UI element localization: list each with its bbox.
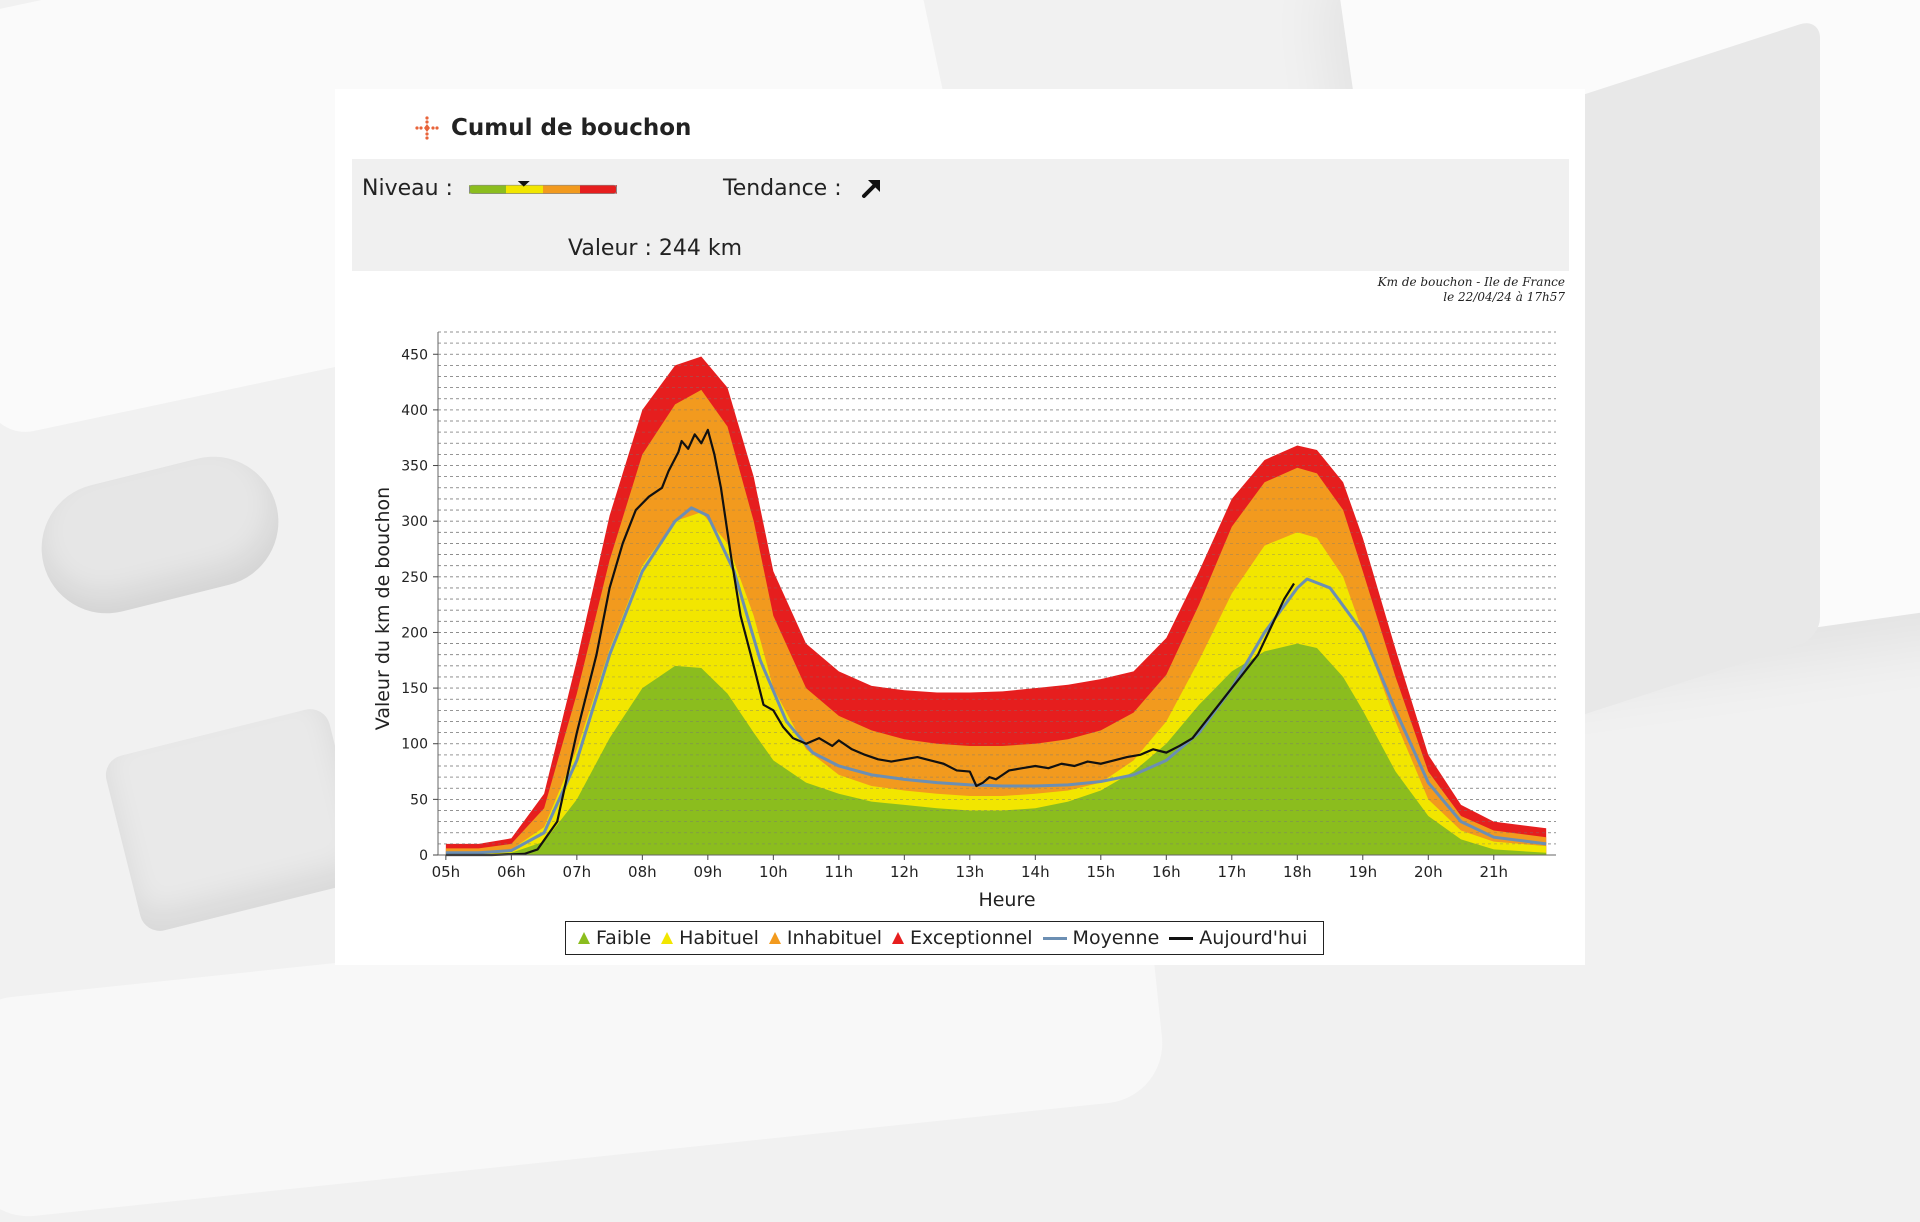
background-shape — [27, 442, 293, 628]
y-axis-label: Valeur du km de bouchon — [372, 487, 394, 730]
x-tick-label: 19h — [1348, 863, 1377, 881]
y-tick-label: 0 — [419, 848, 428, 864]
y-tick-label: 150 — [401, 681, 428, 697]
legend-label: Aujourd'hui — [1199, 927, 1308, 949]
x-tick-label: 09h — [694, 863, 723, 881]
legend-swatch — [768, 932, 781, 944]
x-tick-label: 20h — [1414, 863, 1443, 881]
legend-item-moyenne: Moyenne — [1042, 927, 1160, 949]
legend-swatch — [661, 932, 674, 944]
x-tick-label: 18h — [1283, 863, 1312, 881]
legend-swatch — [578, 932, 590, 944]
x-tick-label: 21h — [1479, 863, 1508, 881]
y-tick-label: 450 — [401, 347, 428, 363]
legend-label: Faible — [596, 927, 652, 949]
legend-item-aujourdhui: Aujourd'hui — [1169, 927, 1307, 949]
x-tick-label: 11h — [825, 863, 854, 881]
legend-swatch — [1042, 936, 1067, 940]
y-tick-label: 300 — [401, 514, 428, 530]
x-tick-label: 10h — [759, 863, 788, 881]
chart-legend: Faible Habituel Inhabituel Exceptionnel Moye… — [565, 921, 1325, 955]
legend-label: Habituel — [679, 927, 759, 949]
y-tick-label: 250 — [401, 570, 428, 586]
legend-item-exceptionnel: Exceptionnel — [892, 927, 1033, 949]
legend-label: Exceptionnel — [910, 927, 1033, 949]
x-tick-label: 05h — [432, 863, 461, 881]
x-tick-label: 15h — [1087, 863, 1116, 881]
x-tick-label: 17h — [1218, 863, 1247, 881]
y-tick-label: 200 — [401, 625, 428, 641]
y-tick-label: 400 — [401, 403, 428, 419]
background-shape — [1560, 17, 1820, 723]
legend-item-inhabituel: Inhabituel — [768, 927, 883, 949]
y-tick-label: 50 — [410, 792, 428, 808]
x-axis-label: Heure — [978, 889, 1035, 911]
y-tick-label: 350 — [401, 459, 428, 475]
traffic-chart: 0 50 100 150 200 250 300 350 400 450 05h 06h 07h 08h 0… — [372, 331, 1556, 911]
x-tick-label: 12h — [890, 863, 919, 881]
x-tick-label: 16h — [1152, 863, 1181, 881]
background-shape — [101, 704, 369, 936]
legend-swatch — [1169, 936, 1194, 940]
legend-label: Moyenne — [1072, 927, 1160, 949]
x-tick-label: 06h — [497, 863, 526, 881]
legend-item-habituel: Habituel — [661, 927, 759, 949]
legend-swatch — [892, 932, 905, 944]
x-tick-label: 13h — [956, 863, 985, 881]
traffic-panel: Cumul de bouchon Niveau : Tendance : Val… — [335, 89, 1585, 965]
x-tick-label: 07h — [563, 863, 592, 881]
legend-label: Inhabituel — [786, 927, 883, 949]
y-tick-label: 100 — [401, 737, 428, 753]
x-tick-label: 14h — [1021, 863, 1050, 881]
legend-item-faible: Faible — [578, 927, 651, 949]
x-tick-label: 08h — [628, 863, 657, 881]
